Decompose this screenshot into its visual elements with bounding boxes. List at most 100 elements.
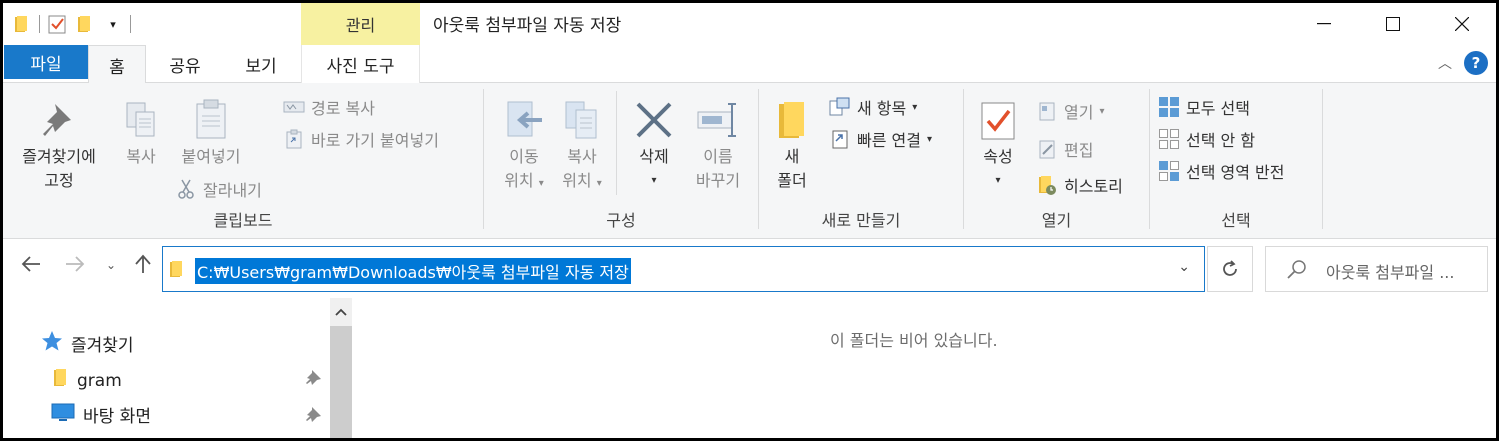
tab-share[interactable]: 공유 [156, 45, 214, 83]
open-button[interactable]: 열기 ▾ [1036, 99, 1104, 123]
tab-photo-tools[interactable]: 사진 도구 [301, 45, 420, 83]
move-to-label-line2-text: 위치 [504, 171, 534, 190]
pin-to-quick-access-button[interactable]: 즐겨찾기에 고정 [11, 97, 107, 193]
new-item-icon [829, 96, 851, 118]
new-folder-button[interactable]: 새 폴더 [767, 97, 817, 193]
open-icon [1036, 100, 1058, 122]
nav-item-gram[interactable]: gram [53, 368, 122, 393]
tab-home[interactable]: 홈 [88, 45, 146, 84]
history-button[interactable]: 히스토리 [1036, 173, 1123, 197]
new-folder-icon [770, 97, 814, 143]
collapse-ribbon-icon[interactable]: ︿ [1438, 53, 1452, 73]
search-box[interactable]: 아웃룩 첨부파일 ... [1265, 246, 1488, 292]
select-none-button[interactable]: 선택 안 함 [1158, 127, 1255, 151]
select-group: 모두 선택 선택 안 함 선택 영역 반전 선택 [1150, 87, 1322, 237]
invert-selection-button[interactable]: 선택 영역 반전 [1158, 159, 1285, 183]
properties-icon[interactable] [46, 13, 68, 35]
file-list-area[interactable]: 이 폴더는 비어 있습니다. [355, 298, 1496, 438]
new-group-label: 새로 만들기 [821, 211, 901, 230]
chevron-down-icon: ▾ [926, 133, 932, 145]
easy-access-icon [829, 128, 851, 150]
help-icon[interactable]: ? [1464, 51, 1488, 75]
chevron-down-icon: ▾ [538, 178, 544, 189]
ribbon-tabs: 파일 홈 공유 보기 사진 도구 ︿ ? [3, 45, 1496, 84]
quick-access-toolbar: ▾ [11, 10, 131, 38]
delete-icon [632, 97, 676, 143]
easy-access-label: 빠른 연결 [857, 131, 921, 150]
copy-path-button[interactable]: 경로 복사 [283, 95, 375, 119]
toolbar-divider [39, 15, 40, 33]
group-divider [1322, 89, 1323, 229]
copy-to-button[interactable]: 복사 위치 ▾ [554, 97, 610, 196]
move-to-label-line2: 위치 ▾ [496, 169, 552, 196]
pin-label-line2: 고정 [44, 171, 74, 190]
properties-button[interactable]: 속성 ▾ [972, 97, 1024, 193]
address-history-dropdown[interactable]: ⌄ [1178, 259, 1190, 275]
folder-icon[interactable] [11, 13, 33, 35]
nav-scrollbar[interactable] [330, 298, 352, 438]
new-folder-icon[interactable] [74, 13, 96, 35]
copy-icon [119, 97, 163, 143]
window-title: 아웃룩 첨부파일 자동 저장 [433, 16, 622, 36]
close-button[interactable] [1427, 3, 1496, 45]
chevron-down-icon: ▾ [912, 101, 918, 113]
invert-selection-icon [1158, 160, 1180, 182]
edit-button[interactable]: 편집 [1036, 137, 1093, 161]
search-placeholder: 아웃룩 첨부파일 ... [1326, 263, 1455, 282]
pin-icon[interactable] [306, 369, 322, 389]
minimize-icon [1316, 23, 1331, 25]
rename-icon [696, 97, 740, 143]
title-bar: ▾ 관리 아웃룩 첨부파일 자동 저장 [3, 3, 1496, 45]
up-arrow-icon [135, 254, 151, 273]
move-to-label-line1: 이동 [509, 147, 539, 166]
toolbar-divider [130, 15, 131, 33]
file-explorer-window: ▾ 관리 아웃룩 첨부파일 자동 저장 파일 홈 공유 보기 사진 도구 ︿ ? [0, 0, 1499, 441]
tab-file[interactable]: 파일 [4, 45, 88, 79]
address-bar[interactable]: C:₩Users₩gram₩Downloads₩아웃룩 첨부파일 자동 저장 ⌄ [162, 246, 1205, 292]
customize-dropdown-icon[interactable]: ▾ [102, 13, 124, 35]
forward-button[interactable] [65, 254, 85, 278]
maximize-button[interactable] [1358, 3, 1427, 45]
select-all-label: 모두 선택 [1186, 99, 1250, 118]
search-icon [1286, 258, 1308, 284]
new-group: 새 폴더 새 항목 ▾ 빠른 연결 ▾ 새로 만들기 [759, 87, 963, 237]
move-to-button[interactable]: 이동 위치 ▾ [496, 97, 552, 196]
rename-label-line2: 바꾸기 [695, 171, 741, 190]
scroll-up-icon[interactable] [330, 298, 352, 326]
clipboard-group: 즐겨찾기에 고정 복사 붙여넣기 경로 복사 바로 가기 붙여넣기 잘라내기 클… [3, 87, 483, 237]
star-icon [41, 330, 63, 357]
pin-label-line1: 즐겨찾기에 [22, 147, 96, 166]
minimize-button[interactable] [1289, 3, 1358, 45]
history-label: 히스토리 [1064, 177, 1123, 196]
pin-icon[interactable] [306, 406, 322, 426]
select-all-button[interactable]: 모두 선택 [1158, 95, 1250, 119]
up-button[interactable] [134, 254, 152, 279]
cut-button[interactable]: 잘라내기 [175, 177, 262, 201]
select-all-icon [1158, 96, 1180, 118]
copy-label: 복사 [126, 147, 156, 166]
move-to-icon [502, 97, 546, 143]
rename-button[interactable]: 이름 바꾸기 [686, 97, 750, 193]
rename-label-line1: 이름 [703, 147, 733, 166]
copy-button[interactable]: 복사 [113, 97, 169, 169]
contextual-tab-group-manage: 관리 [301, 3, 420, 45]
recent-locations-button[interactable]: ⌄ [106, 258, 116, 272]
paste-shortcut-label: 바로 가기 붙여넣기 [311, 131, 439, 150]
nav-item-quick-access[interactable]: 즐겨찾기 [41, 330, 134, 357]
back-arrow-icon [21, 256, 40, 272]
new-item-button[interactable]: 새 항목 ▾ [829, 95, 917, 119]
tab-view[interactable]: 보기 [231, 45, 291, 83]
refresh-button[interactable] [1207, 246, 1253, 292]
scrollbar-thumb[interactable] [330, 326, 352, 438]
desktop-icon [51, 402, 75, 427]
nav-item-desktop[interactable]: 바탕 화면 [51, 402, 151, 427]
nav-item-label: gram [77, 370, 122, 391]
paste-button[interactable]: 붙여넣기 [171, 97, 251, 169]
history-icon [1036, 174, 1058, 196]
easy-access-button[interactable]: 빠른 연결 ▾ [829, 127, 932, 151]
address-path[interactable]: C:₩Users₩gram₩Downloads₩아웃룩 첨부파일 자동 저장 [195, 258, 631, 284]
delete-button[interactable]: 삭제 ▾ [626, 97, 682, 193]
back-button[interactable] [21, 254, 41, 278]
paste-shortcut-button[interactable]: 바로 가기 붙여넣기 [283, 127, 439, 151]
organize-group: 이동 위치 ▾ 복사 위치 ▾ 삭제 ▾ 이름 바꾸기 구성 [484, 87, 758, 237]
